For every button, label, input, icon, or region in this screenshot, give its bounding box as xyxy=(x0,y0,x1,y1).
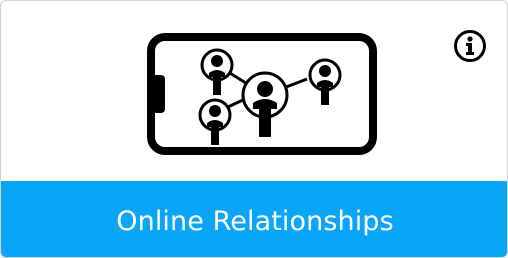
card-footer: Online Relationships xyxy=(1,181,507,257)
online-relationships-card[interactable]: Online Relationships xyxy=(0,0,508,258)
card-title: Online Relationships xyxy=(116,205,394,237)
card-illustration xyxy=(1,1,507,181)
info-circle-icon xyxy=(454,30,486,62)
smartphone-social-network-icon xyxy=(147,33,377,155)
info-button[interactable] xyxy=(453,29,487,63)
